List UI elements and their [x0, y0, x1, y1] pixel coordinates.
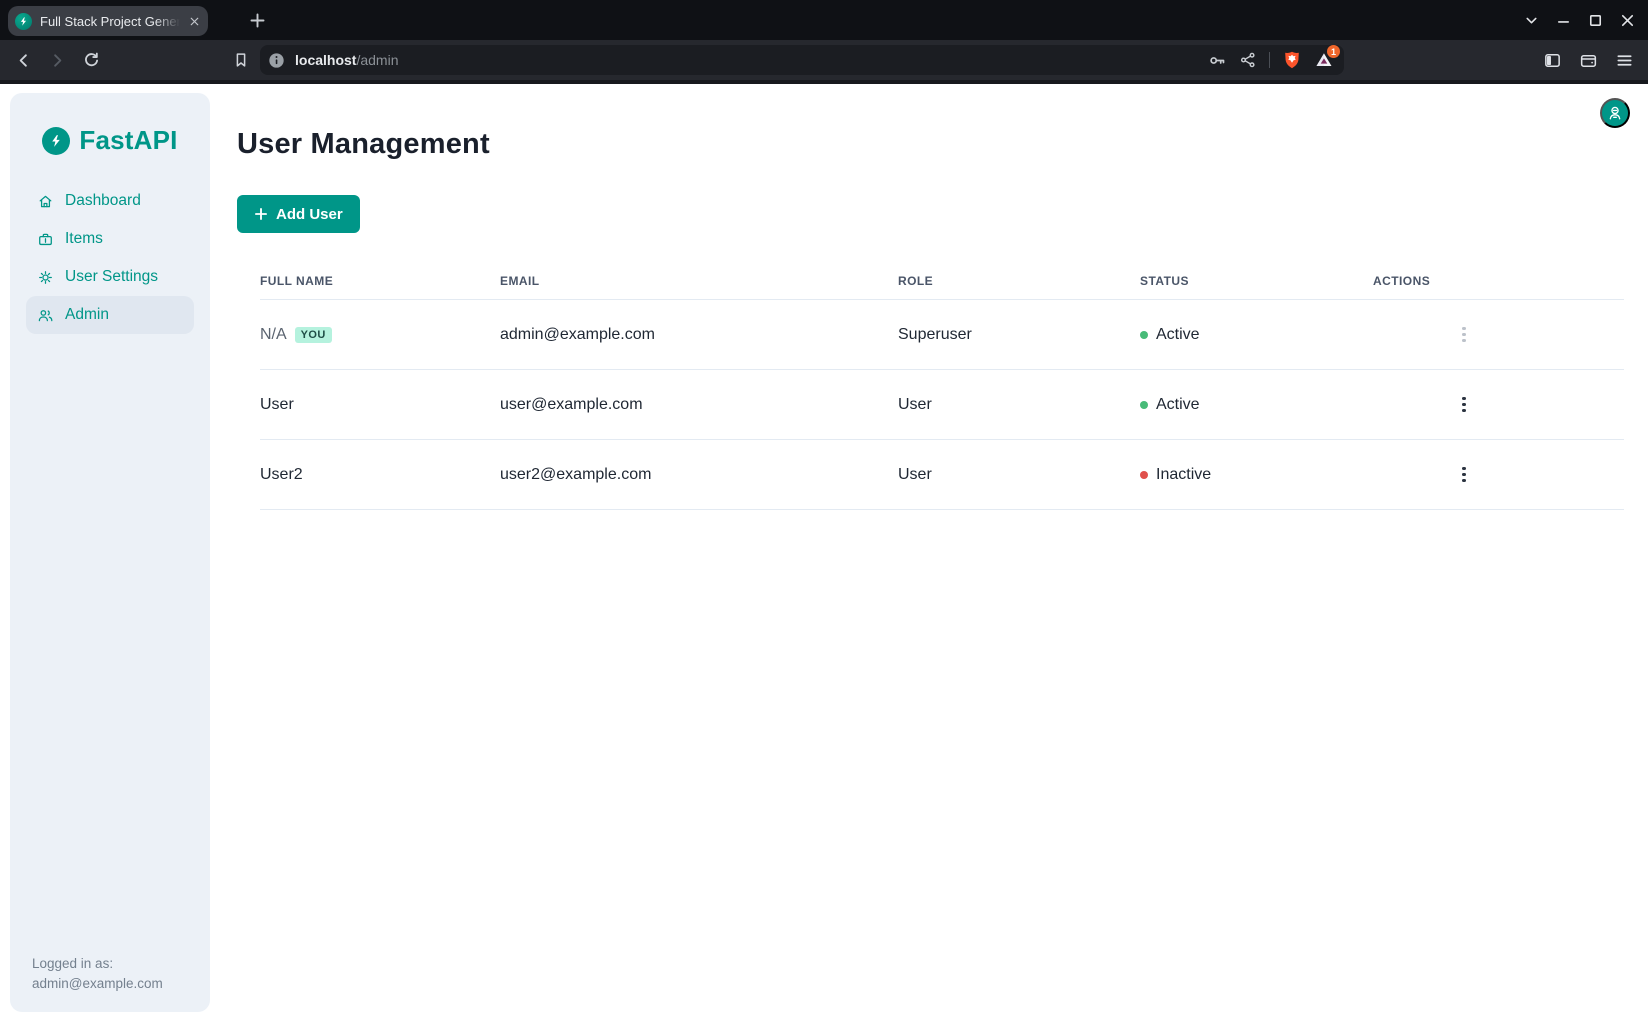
status-cell: Inactive	[1156, 466, 1211, 484]
app-page: FastAPI Dashboard Items User Settings Ad…	[0, 84, 1648, 1025]
col-header-status: STATUS	[1140, 274, 1373, 288]
users-table: FULL NAME EMAIL ROLE STATUS ACTIONS N/A …	[237, 263, 1624, 510]
site-info-icon[interactable]	[268, 52, 285, 69]
table-row: User2 user2@example.com User Inactive	[260, 440, 1624, 510]
new-tab-icon[interactable]	[248, 11, 267, 30]
status-dot	[1140, 331, 1148, 339]
sidebar-item-label: Dashboard	[65, 192, 141, 210]
minimize-icon[interactable]	[1555, 12, 1572, 29]
table-header-row: FULL NAME EMAIL ROLE STATUS ACTIONS	[260, 263, 1624, 300]
add-user-label: Add User	[276, 206, 343, 223]
sidebar-item-items[interactable]: Items	[26, 220, 194, 258]
you-badge: YOU	[295, 327, 332, 343]
window-close-icon[interactable]	[1619, 12, 1636, 29]
forward-icon[interactable]	[48, 51, 67, 70]
col-header-full-name: FULL NAME	[260, 274, 500, 288]
sidebar: FastAPI Dashboard Items User Settings Ad…	[10, 93, 210, 1012]
share-icon[interactable]	[1239, 51, 1257, 69]
tab-title: Full Stack Project Genera	[40, 14, 180, 29]
email-cell: user2@example.com	[500, 466, 898, 484]
logged-in-footer: Logged in as: admin@example.com	[32, 954, 163, 994]
back-icon[interactable]	[14, 51, 33, 70]
logo-text: FastAPI	[79, 125, 177, 156]
users-icon	[37, 307, 54, 324]
status-cell: Active	[1156, 396, 1200, 414]
wallet-icon[interactable]	[1579, 51, 1598, 70]
url-path: /admin	[356, 52, 398, 68]
key-icon[interactable]	[1208, 51, 1227, 70]
main-content: User Management Add User FULL NAME EMAIL…	[237, 84, 1624, 510]
sidebar-item-label: Items	[65, 230, 103, 248]
table-row: User user@example.com User Active	[260, 370, 1624, 440]
logged-in-email: admin@example.com	[32, 974, 163, 994]
menu-icon[interactable]	[1615, 51, 1634, 70]
plus-icon	[254, 207, 268, 221]
row-actions-menu-icon[interactable]	[1452, 393, 1476, 417]
row-actions-menu-icon	[1452, 323, 1476, 347]
tab-search-chevron-icon[interactable]	[1523, 12, 1540, 29]
fastapi-favicon	[15, 13, 32, 30]
col-header-role: ROLE	[898, 274, 1140, 288]
page-title: User Management	[237, 128, 1624, 161]
full-name-cell: User	[260, 396, 294, 414]
briefcase-icon	[37, 231, 54, 248]
reload-icon[interactable]	[82, 51, 101, 70]
url-host: localhost	[295, 52, 356, 68]
browser-toolbar: localhost/admin 1	[0, 40, 1648, 80]
astronaut-user-icon	[1606, 104, 1624, 122]
add-user-button[interactable]: Add User	[237, 195, 360, 233]
brave-shield-icon[interactable]	[1282, 50, 1302, 70]
home-icon	[37, 193, 54, 210]
url-bar[interactable]: localhost/admin 1	[260, 45, 1344, 75]
user-menu-button[interactable]	[1600, 98, 1630, 128]
gear-icon	[37, 269, 54, 286]
role-cell: Superuser	[898, 326, 1140, 344]
sidebar-nav: Dashboard Items User Settings Admin	[10, 182, 210, 334]
table-row: N/A YOU admin@example.com Superuser Acti…	[260, 300, 1624, 370]
full-name-cell: User2	[260, 466, 303, 484]
browser-tab-bar: Full Stack Project Genera	[0, 0, 1648, 40]
sidebar-item-label: Admin	[65, 306, 109, 324]
fastapi-bolt-icon	[42, 127, 70, 155]
status-dot	[1140, 401, 1148, 409]
brave-rewards-icon[interactable]: 1	[1314, 50, 1334, 70]
fastapi-logo: FastAPI	[10, 93, 210, 156]
col-header-actions: ACTIONS	[1373, 274, 1624, 288]
tab-close-icon[interactable]	[188, 15, 201, 28]
role-cell: User	[898, 396, 1140, 414]
sidebar-item-label: User Settings	[65, 268, 158, 286]
browser-tab[interactable]: Full Stack Project Genera	[8, 6, 208, 36]
sidebar-item-admin[interactable]: Admin	[26, 296, 194, 334]
status-dot	[1140, 471, 1148, 479]
sidebar-item-user-settings[interactable]: User Settings	[26, 258, 194, 296]
row-actions-menu-icon[interactable]	[1452, 463, 1476, 487]
sidebar-item-dashboard[interactable]: Dashboard	[26, 182, 194, 220]
col-header-email: EMAIL	[500, 274, 898, 288]
side-panel-icon[interactable]	[1543, 51, 1562, 70]
role-cell: User	[898, 466, 1140, 484]
rewards-badge: 1	[1327, 45, 1340, 58]
email-cell: admin@example.com	[500, 326, 898, 344]
divider	[1269, 52, 1270, 68]
full-name-cell: N/A	[260, 326, 287, 344]
logged-in-label: Logged in as:	[32, 954, 163, 974]
maximize-icon[interactable]	[1587, 12, 1604, 29]
email-cell: user@example.com	[500, 396, 898, 414]
status-cell: Active	[1156, 326, 1200, 344]
bookmark-icon[interactable]	[232, 51, 250, 69]
url-text: localhost/admin	[295, 52, 1198, 68]
